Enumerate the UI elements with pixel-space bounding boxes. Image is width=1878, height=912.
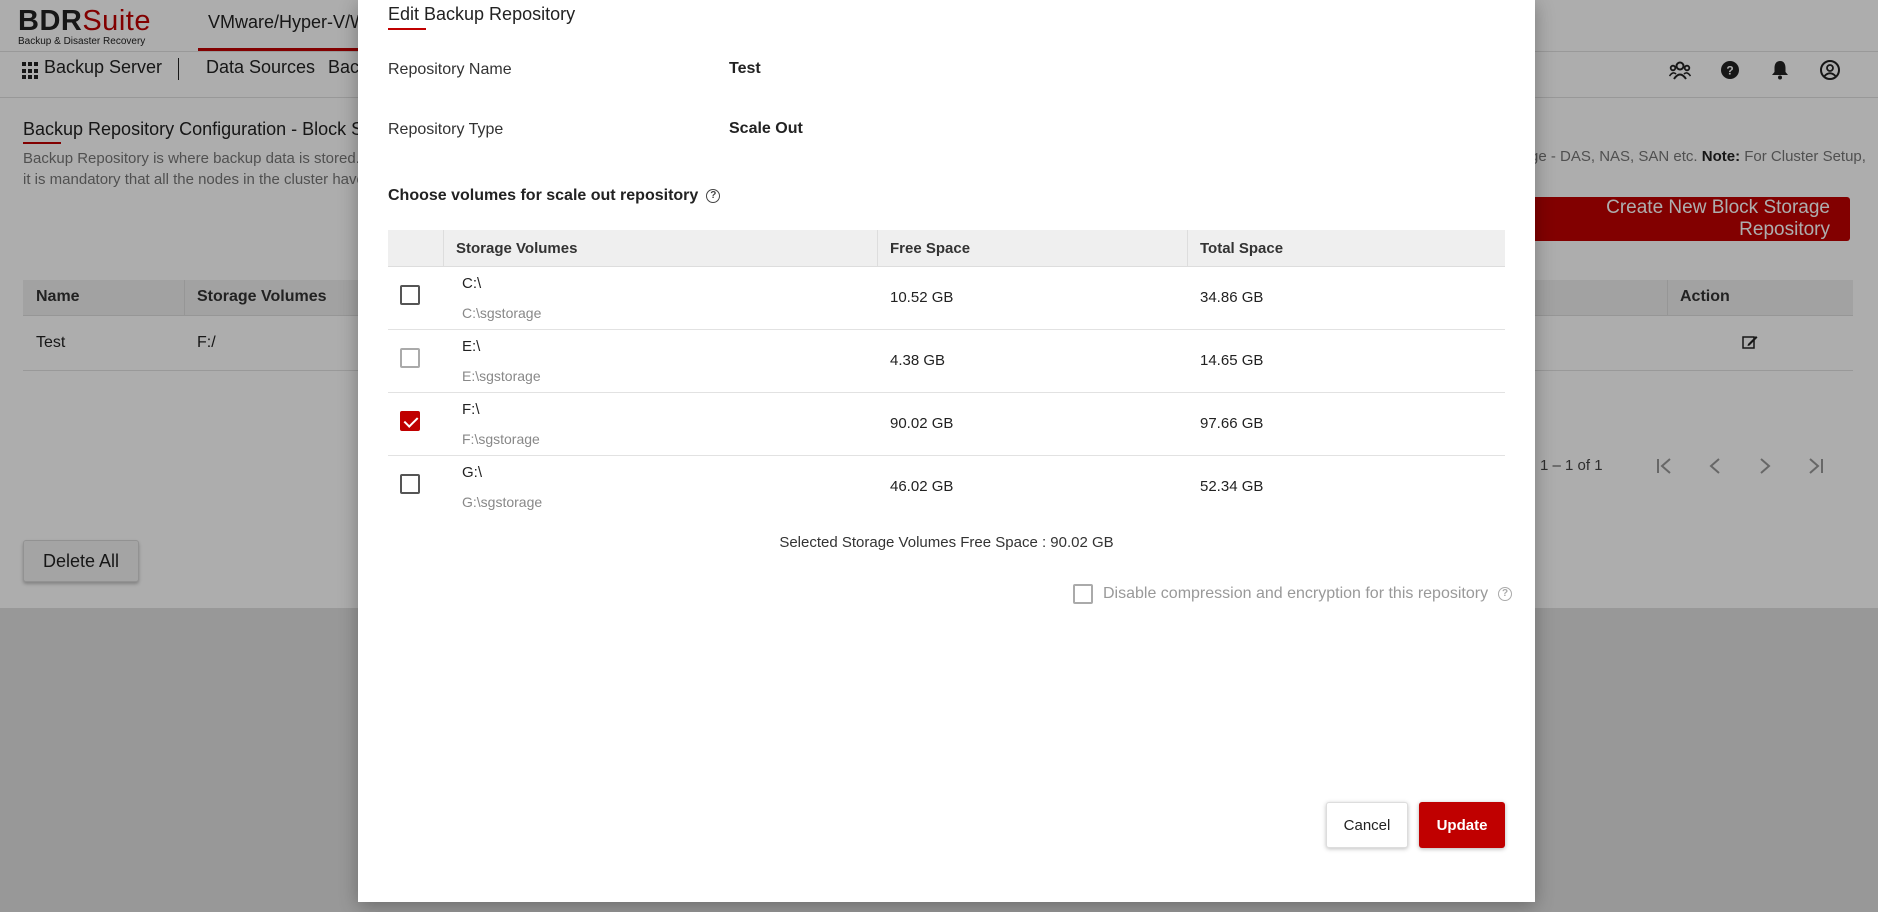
disable-compression-label: Disable compression and encryption for t… [1103, 585, 1489, 602]
volume-total-space: 52.34 GB [1200, 478, 1264, 495]
volume-free-space: 90.02 GB [890, 415, 954, 432]
selected-free-space: Selected Storage Volumes Free Space : 90… [779, 534, 1114, 551]
volume-total-space: 14.65 GB [1200, 352, 1264, 369]
volume-path: E:\sgstorage [462, 368, 541, 384]
volume-path: F:\sgstorage [462, 431, 540, 447]
column-divider [443, 230, 444, 267]
repository-type-label: Repository Type [388, 121, 504, 138]
volume-free-space: 46.02 GB [890, 478, 954, 495]
volume-row-e[interactable]: E:\ E:\sgstorage 4.38 GB 14.65 GB [388, 330, 1505, 393]
choose-volumes-label: Choose volumes for scale out repository … [388, 187, 721, 205]
volume-drive: E:\ [462, 338, 481, 355]
repository-type-value: Scale Out [729, 120, 803, 137]
column-header-total-space: Total Space [1200, 240, 1284, 257]
volume-checkbox-f[interactable] [400, 411, 420, 431]
volume-total-space: 34.86 GB [1200, 289, 1264, 306]
help-circle-icon[interactable]: ? [1498, 587, 1513, 601]
choose-volumes-text: Choose volumes for scale out repository [388, 187, 699, 204]
volume-path: G:\sgstorage [462, 494, 543, 510]
volumes-table: Storage Volumes Free Space Total Space C… [388, 230, 1505, 519]
column-header-storage-volumes: Storage Volumes [456, 240, 578, 257]
volume-checkbox-e[interactable] [400, 348, 420, 368]
volume-checkbox-c[interactable] [400, 285, 420, 305]
column-header-free-space: Free Space [890, 240, 971, 257]
volume-row-g[interactable]: G:\ G:\sgstorage 46.02 GB 52.34 GB [388, 456, 1505, 519]
repository-name-value: Test [729, 60, 761, 77]
volume-total-space: 97.66 GB [1200, 415, 1264, 432]
edit-repository-dialog: Edit Backup Repository Repository Name T… [358, 0, 1535, 902]
volume-drive: F:\ [462, 401, 480, 418]
update-button[interactable]: Update [1419, 802, 1505, 848]
dialog-title: Edit Backup Repository [388, 4, 576, 24]
column-divider [877, 230, 878, 267]
volume-row-f[interactable]: F:\ F:\sgstorage 90.02 GB 97.66 GB [388, 393, 1505, 456]
volume-row-c[interactable]: C:\ C:\sgstorage 10.52 GB 34.86 GB [388, 267, 1505, 330]
volumes-table-header: Storage Volumes Free Space Total Space [388, 230, 1505, 267]
repository-name-label: Repository Name [388, 61, 512, 78]
disable-compression-checkbox[interactable] [1073, 584, 1093, 604]
dialog-title-underline [388, 28, 426, 30]
volume-drive: G:\ [462, 464, 483, 481]
help-circle-icon[interactable]: ? [706, 189, 721, 203]
volume-drive: C:\ [462, 275, 482, 292]
column-divider [1187, 230, 1188, 267]
volume-free-space: 10.52 GB [890, 289, 954, 306]
volume-path: C:\sgstorage [462, 305, 542, 321]
disable-compression-option[interactable]: Disable compression and encryption for t… [1073, 584, 1513, 604]
volume-checkbox-g[interactable] [400, 474, 420, 494]
volume-free-space: 4.38 GB [890, 352, 946, 369]
cancel-button[interactable]: Cancel [1326, 802, 1408, 848]
